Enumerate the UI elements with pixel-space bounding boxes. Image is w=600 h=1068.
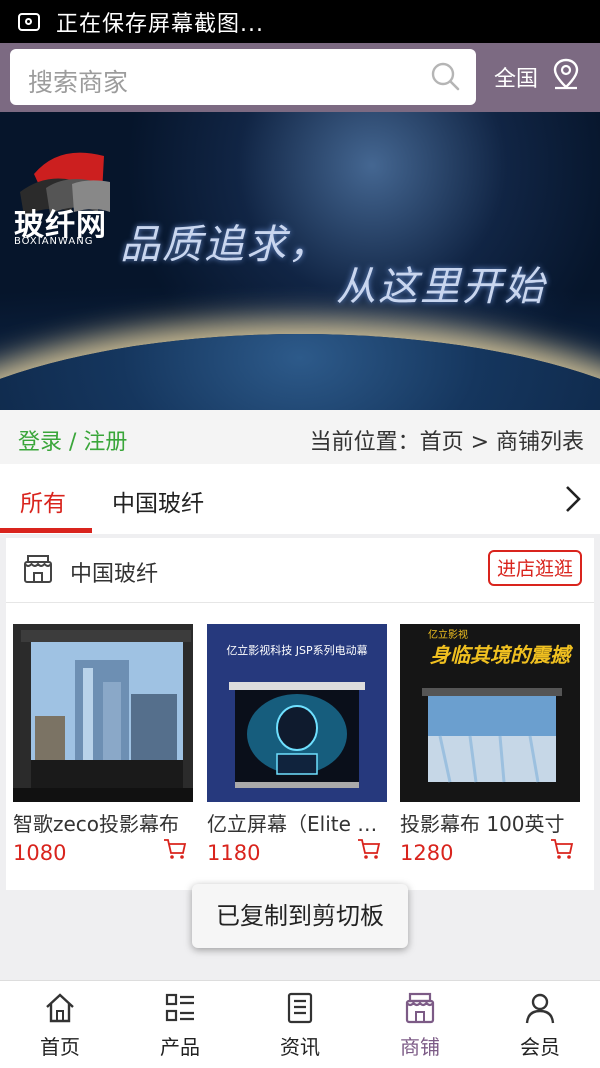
product-card[interactable]: 亿立影视 身临其境的震撼 投影幕布 100英寸 1280 (400, 624, 580, 865)
product-image[interactable]: 亿立影视 身临其境的震撼 (400, 624, 580, 802)
product-name[interactable]: 亿立屏幕（Elite Screens） (207, 808, 379, 837)
product-image-slogan: 身临其境的震撼 (430, 643, 574, 667)
nav-item-news[interactable]: 资讯 (240, 981, 360, 1068)
tab-china-fiberglass[interactable]: 中国玻纤 (112, 484, 204, 518)
cart-icon[interactable] (550, 838, 574, 860)
chevron-right-icon[interactable] (564, 484, 582, 514)
enter-shop-button[interactable]: 进店逛逛 (488, 550, 582, 586)
projector-screen-building-image (13, 624, 193, 802)
search-input[interactable]: 搜索商家 (10, 49, 476, 105)
nav-item-home[interactable]: 首页 (0, 981, 120, 1068)
product-image[interactable]: 亿立影视科技 JSP系列电动幕 (207, 624, 387, 802)
product-card[interactable]: 亿立影视科技 JSP系列电动幕 亿立屏幕（Elite Screens） 1180 (207, 624, 387, 865)
nav-label: 商铺 (400, 1035, 440, 1059)
search-header: 搜索商家 全国 (0, 43, 600, 112)
status-text: 正在保存屏幕截图... (56, 11, 264, 37)
login-register-link[interactable]: 登录 / 注册 (18, 424, 127, 456)
nav-label: 会员 (520, 1035, 560, 1059)
promo-banner[interactable]: 玻纤网 BOXIANWANG 品质追求， 从这里开始 (0, 112, 600, 410)
cart-icon[interactable] (357, 838, 381, 860)
active-tab-indicator (0, 528, 92, 533)
projector-screen-waterfall-image: 亿立影视 身临其境的震撼 (400, 624, 580, 802)
region-selector[interactable]: 全国 (494, 61, 538, 93)
search-icon[interactable] (430, 61, 460, 91)
product-image[interactable] (13, 624, 193, 802)
toast-message: 已复制到剪切板 (192, 884, 408, 948)
banner-slogan-line2: 从这里开始 (336, 264, 546, 310)
grid-list-icon (165, 993, 194, 1022)
nav-label: 产品 (160, 1035, 200, 1059)
shop-card: 中国玻纤 进店逛逛 智歌zeco投影幕布 1080 亿立影视科技 JSP系列电动… (6, 538, 594, 890)
product-image-title: 亿立影视科技 JSP系列电动幕 (226, 643, 367, 657)
product-name[interactable]: 智歌zeco投影幕布 (13, 808, 185, 837)
store-icon (405, 992, 435, 1024)
nav-label: 资讯 (280, 1035, 320, 1059)
search-placeholder: 搜索商家 (28, 68, 129, 97)
location-pin-icon[interactable] (550, 57, 582, 91)
shop-name[interactable]: 中国玻纤 (70, 556, 158, 588)
user-icon (525, 993, 555, 1024)
status-bar: 正在保存屏幕截图... (0, 0, 600, 43)
product-card[interactable]: 智歌zeco投影幕布 1080 (13, 624, 193, 865)
shop-header: 中国玻纤 进店逛逛 (6, 538, 594, 603)
projector-screen-tron-image: 亿立影视科技 JSP系列电动幕 (207, 624, 387, 802)
banner-slogan-line1: 品质追求， (120, 222, 330, 268)
home-icon (46, 993, 74, 1023)
nav-item-member[interactable]: 会员 (480, 981, 600, 1068)
tab-all[interactable]: 所有 (20, 484, 66, 518)
product-name[interactable]: 投影幕布 100英寸 (400, 808, 572, 837)
nav-label: 首页 (40, 1035, 80, 1059)
cart-icon[interactable] (163, 838, 187, 860)
nav-item-products[interactable]: 产品 (120, 981, 240, 1068)
category-tabs: 所有 中国玻纤 (0, 464, 600, 534)
logo-english-name: BOXIANWANG (14, 236, 94, 247)
nav-item-stores[interactable]: 商铺 (360, 981, 480, 1068)
bottom-nav: 首页 产品 资讯 商铺 会员 (0, 980, 600, 1068)
store-icon (24, 555, 52, 583)
document-icon (287, 992, 313, 1024)
breadcrumb: 当前位置：首页 > 商铺列表 (309, 430, 584, 455)
product-image-brand: 亿立影视 (428, 628, 468, 641)
screenshot-icon (18, 12, 40, 31)
breadcrumb-bar: 登录 / 注册 当前位置：首页 > 商铺列表 (0, 410, 600, 464)
